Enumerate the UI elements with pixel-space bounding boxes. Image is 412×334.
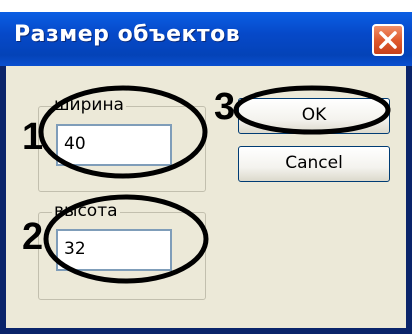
width-input[interactable]: 40 [56,124,172,166]
cancel-button[interactable]: Cancel [238,146,390,182]
close-icon [379,31,397,49]
height-input[interactable]: 32 [56,229,172,271]
height-label: высота [52,201,120,221]
width-label: ширина [52,95,126,115]
title-bar[interactable]: Размер объектов [0,12,412,66]
annotation-marker-2: 2 [22,216,44,258]
annotation-marker-1: 1 [22,116,44,158]
dialog-window: Размер объектов ширина 40 высота 32 OK C… [0,12,412,334]
screenshot-stage: Размер объектов ширина 40 высота 32 OK C… [0,0,412,334]
ok-button[interactable]: OK [238,98,390,134]
annotation-marker-3: 3 [214,86,236,128]
close-button[interactable] [372,24,404,56]
window-title: Размер объектов [14,22,241,47]
dialog-client-area: ширина 40 высота 32 OK Cancel [6,66,406,328]
